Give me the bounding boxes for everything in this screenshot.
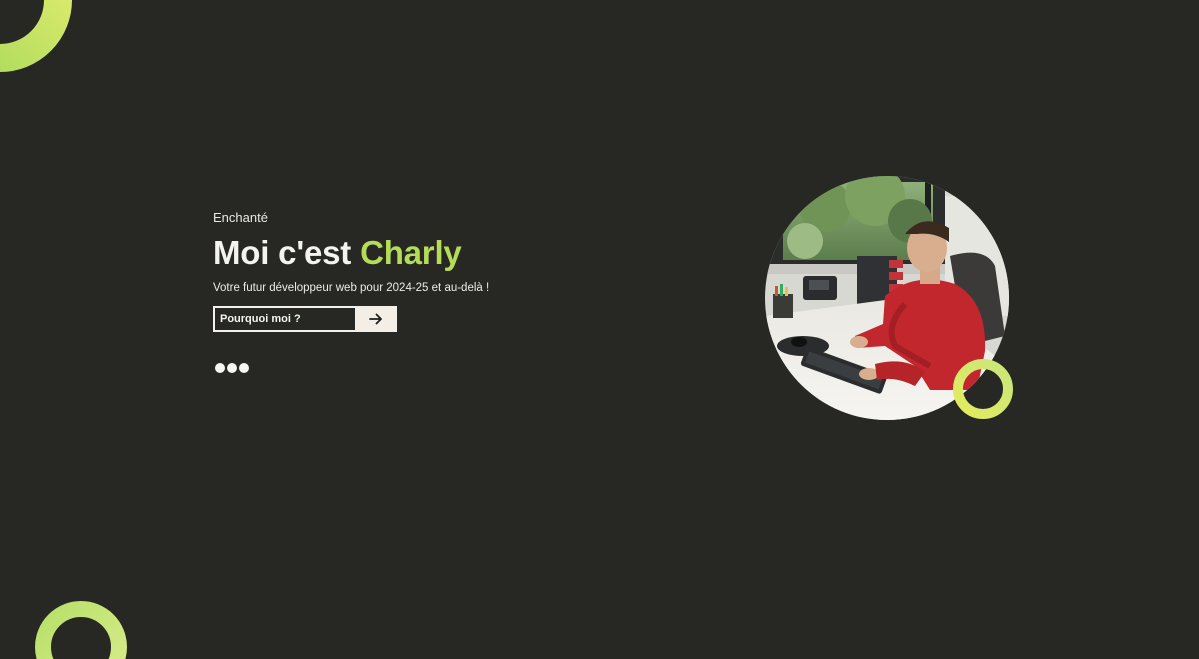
title-name: Charly — [360, 234, 462, 271]
page-title: Moi c'est Charly — [213, 233, 633, 273]
decorative-ring-photo — [953, 359, 1013, 419]
pager-dot-3[interactable] — [239, 363, 249, 373]
arrow-right-icon-glyph — [369, 313, 382, 325]
decorative-ring-bottom-left — [35, 601, 127, 659]
why-me-button[interactable]: Pourquoi moi ? — [213, 306, 397, 332]
tagline-text: Votre futur développeur web pour 2024-25… — [213, 282, 490, 294]
slide-pager — [215, 363, 249, 373]
title-prefix: Moi c'est — [213, 234, 361, 271]
why-me-button-label[interactable]: Pourquoi moi ? — [213, 306, 355, 332]
pager-dot-1[interactable] — [215, 363, 225, 373]
greeting-text: Enchanté — [213, 210, 268, 225]
decorative-ring-top-left — [0, 0, 72, 72]
arrow-right-icon[interactable] — [355, 306, 397, 332]
hero-intro: Enchanté Moi c'est Charly Votre futur dé… — [213, 210, 633, 332]
pager-dot-2[interactable] — [227, 363, 237, 373]
